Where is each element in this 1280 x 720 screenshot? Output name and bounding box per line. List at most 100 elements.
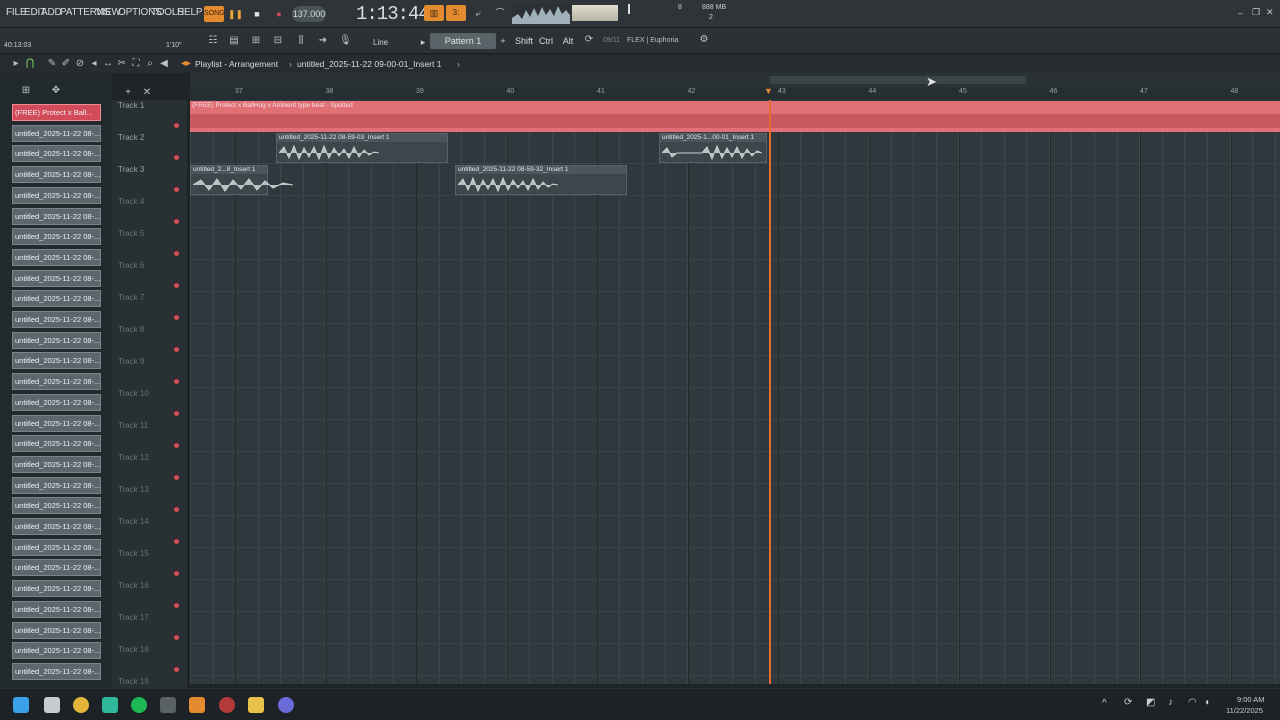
record-button[interactable]: ●: [272, 6, 286, 22]
timeline-ruler[interactable]: 37 38 39 40 41 42 43 44 45 46 47 48: [190, 87, 1280, 100]
pattern-item[interactable]: untitled_2025-11-22 08-...: [12, 580, 101, 598]
pattern-item[interactable]: untitled_2025-11-22 08-...: [12, 455, 101, 473]
master-volume-slider[interactable]: [572, 5, 618, 21]
track-record-dot[interactable]: [174, 123, 179, 128]
piano-roll-icon[interactable]: ▤: [228, 35, 240, 47]
audio-clip-track2-b[interactable]: untitled_2025-1...00-01_Insert 1: [659, 133, 767, 163]
pattern-item[interactable]: untitled_2025-11-22 08-...: [12, 497, 101, 515]
play-icon[interactable]: ▸: [10, 58, 22, 70]
pattern-selector[interactable]: Pattern 1: [430, 33, 496, 49]
pattern-item[interactable]: untitled_2025-11-22 08-...: [12, 662, 101, 680]
pattern-item[interactable]: untitled_2025-11-22 08-...: [12, 476, 101, 494]
plugin-news-title[interactable]: FLEX | Euphoria: [627, 37, 678, 44]
arrangement-menu-icon[interactable]: ◂▸: [180, 58, 192, 70]
track-name[interactable]: Track 3: [118, 165, 144, 174]
track-record-dot[interactable]: [174, 347, 179, 352]
add-pattern-icon[interactable]: +: [498, 33, 508, 49]
ctrl-key-toggle[interactable]: Ctrl: [538, 33, 554, 49]
track-record-dot[interactable]: [174, 283, 179, 288]
track-name[interactable]: Track 17: [118, 613, 149, 622]
track-record-dot[interactable]: [174, 507, 179, 512]
track-name[interactable]: Track 16: [118, 581, 149, 590]
track-record-dot[interactable]: [174, 379, 179, 384]
pattern-item[interactable]: untitled_2025-11-22 08-...: [12, 186, 101, 204]
windows-start-icon[interactable]: [13, 697, 29, 713]
track-name[interactable]: Track 11: [118, 421, 148, 430]
wifi-icon[interactable]: ◠: [1188, 697, 1197, 708]
playlist-icon[interactable]: ⊞: [250, 35, 262, 47]
file-window-icon[interactable]: [44, 697, 60, 713]
zoom-tool-icon[interactable]: ⌕: [144, 58, 156, 70]
app-icon[interactable]: [102, 697, 118, 713]
pattern-item[interactable]: untitled_2025-11-22 08-...: [12, 124, 101, 142]
pattern-item[interactable]: untitled_2025-11-22 08-...: [12, 435, 101, 453]
pattern-item[interactable]: untitled_2025-11-22 08-...: [12, 559, 101, 577]
track-record-dot[interactable]: [174, 571, 179, 576]
song-mode-toggle[interactable]: SONG: [204, 6, 225, 22]
channel-rack-icon[interactable]: ☷: [207, 35, 219, 47]
pattern-item[interactable]: untitled_2025-11-22 08-...: [12, 228, 101, 246]
track-name[interactable]: Track 10: [118, 389, 149, 398]
overview-scroll-thumb[interactable]: [770, 76, 1026, 84]
track-name[interactable]: Track 7: [118, 293, 144, 302]
playhead-marker-icon[interactable]: ▼: [764, 86, 773, 96]
sync-icon[interactable]: ⟳: [1124, 697, 1132, 708]
pattern-item[interactable]: untitled_2025-11-22 08-...: [12, 373, 101, 391]
track-record-dot[interactable]: [174, 475, 179, 480]
spotify-icon[interactable]: [131, 697, 147, 713]
pattern-item[interactable]: untitled_2025-11-22 08-...: [12, 269, 101, 287]
file-explorer-icon[interactable]: [248, 697, 264, 713]
track-name[interactable]: Track 15: [118, 549, 149, 558]
move-icon[interactable]: ✥: [50, 85, 62, 97]
remove-track-icon[interactable]: ✕: [141, 87, 153, 99]
obs-icon[interactable]: [219, 697, 235, 713]
shift-key-toggle[interactable]: Shift: [514, 33, 534, 49]
track-record-dot[interactable]: [174, 443, 179, 448]
clock-date[interactable]: 11/22/2025: [1226, 706, 1263, 715]
track-record-dot[interactable]: [174, 635, 179, 640]
arrow-right-icon[interactable]: ➜: [317, 35, 329, 47]
minimize-icon[interactable]: –: [1238, 8, 1243, 18]
playlist-grid[interactable]: [190, 100, 1280, 684]
playback-tool-icon[interactable]: ◀: [158, 58, 170, 70]
pattern-item[interactable]: untitled_2025-11-22 08-...: [12, 166, 101, 184]
pattern-item[interactable]: untitled_2025-11-22 08-...: [12, 518, 101, 535]
track-record-dot[interactable]: [174, 539, 179, 544]
volume-icon[interactable]: ◖: [1204, 697, 1210, 708]
playhead[interactable]: [769, 100, 771, 684]
pattern-item[interactable]: untitled_2025-11-22 08-...: [12, 352, 101, 370]
picker-list-icon[interactable]: ⊞: [20, 85, 32, 97]
track-record-dot[interactable]: [174, 219, 179, 224]
pattern-item[interactable]: untitled_2025-11-22 08-...: [12, 145, 101, 163]
pattern-item[interactable]: untitled_2025-11-22 08-...: [12, 414, 101, 432]
track-name[interactable]: Track 5: [118, 229, 144, 238]
track-record-dot[interactable]: [174, 411, 179, 416]
add-track-icon[interactable]: +: [122, 87, 134, 99]
stop-button[interactable]: ■: [250, 6, 264, 22]
menu-help[interactable]: HELP: [177, 7, 203, 18]
step-edit-icon[interactable]: ⌒: [490, 5, 510, 21]
wait-input-icon[interactable]: ⤶: [468, 5, 488, 21]
tray-chevron-icon[interactable]: ^: [1102, 698, 1107, 709]
audio-clip-beat[interactable]: (FREE) Protect x BallHog x Ambient type …: [190, 101, 1280, 132]
track-name[interactable]: Track 18: [118, 645, 149, 654]
slice-tool-icon[interactable]: ✂: [116, 58, 128, 70]
track-name[interactable]: Track 4: [118, 197, 144, 206]
draw-tool-icon[interactable]: ✎: [46, 58, 58, 70]
track-record-dot[interactable]: [174, 603, 179, 608]
pattern-item[interactable]: untitled_2025-11-22 08-...: [12, 393, 101, 411]
track-record-dot[interactable]: [174, 667, 179, 672]
pattern-item[interactable]: untitled_2025-11-22 08-...: [12, 248, 101, 266]
timeline-overview[interactable]: [190, 73, 1280, 87]
track-name[interactable]: Track 6: [118, 261, 144, 270]
track-record-dot[interactable]: [174, 251, 179, 256]
audio-clip-track3-a[interactable]: untitled_2...8_Insert 1: [190, 165, 293, 195]
track-name[interactable]: Track 19: [118, 677, 149, 686]
track-name[interactable]: Track 1: [118, 101, 144, 110]
pattern-item[interactable]: untitled_2025-11-22 08-...: [12, 207, 101, 225]
metronome-icon[interactable]: ▥: [424, 5, 444, 21]
track-record-dot[interactable]: [174, 187, 179, 192]
settings-gear-icon[interactable]: ⚙: [698, 34, 710, 46]
track-name[interactable]: Track 14: [118, 517, 149, 526]
mute-tool-icon[interactable]: ◂: [88, 58, 100, 70]
